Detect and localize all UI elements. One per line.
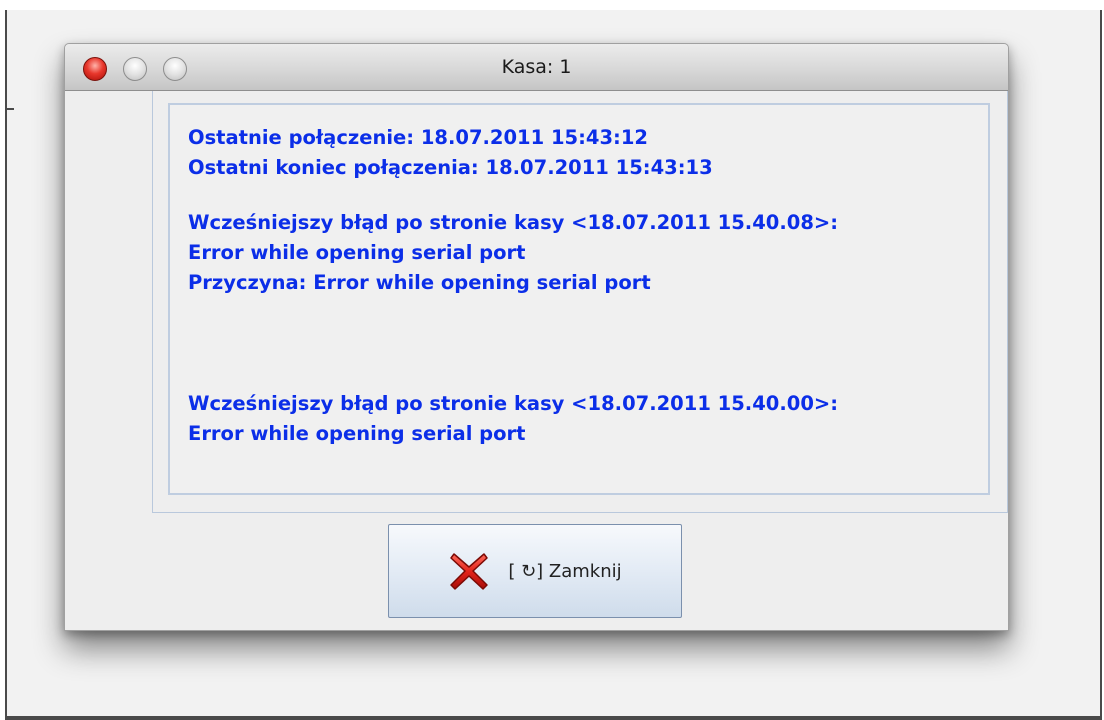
red-x-icon	[450, 553, 489, 590]
connection-info-text: Ostatnie połączenie: 18.07.2011 15:43:12…	[188, 123, 978, 449]
info-line-last-connection: Ostatnie połączenie: 18.07.2011 15:43:12	[188, 126, 648, 149]
connection-info-panel: Ostatnie połączenie: 18.07.2011 15:43:12…	[168, 103, 990, 495]
dialog-window: Kasa: 1 Ostatnie połączenie: 18.07.2011 …	[64, 43, 1009, 631]
title-bar[interactable]: Kasa: 1	[65, 44, 1008, 91]
content-area: Ostatnie połączenie: 18.07.2011 15:43:12…	[152, 91, 1008, 513]
frame-tick	[7, 108, 14, 110]
info-line-last-disconnect: Ostatni koniec połączenia: 18.07.2011 15…	[188, 156, 713, 179]
info-line-error-1-header: Wcześniejszy błąd po stronie kasy <18.07…	[188, 211, 839, 234]
info-line-error-2-message: Error while opening serial port	[188, 422, 526, 445]
info-line-error-1-message: Error while opening serial port	[188, 241, 526, 264]
info-line-error-1-cause: Przyczyna: Error while opening serial po…	[188, 271, 651, 294]
info-line-error-2-header: Wcześniejszy błąd po stronie kasy <18.07…	[188, 392, 839, 415]
window-title: Kasa: 1	[501, 56, 572, 78]
close-button-label: [ ↻] Zamknij	[508, 560, 622, 582]
close-button[interactable]: [ ↻] Zamknij	[388, 524, 682, 618]
